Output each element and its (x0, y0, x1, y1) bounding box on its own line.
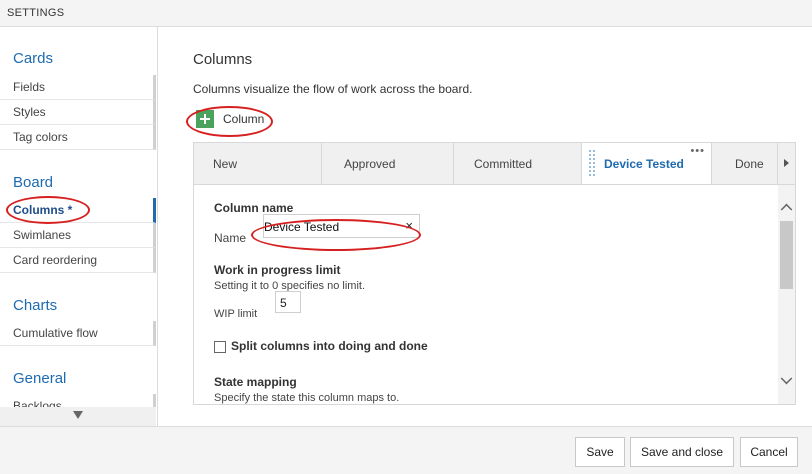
column-tabs: New Approved Committed Device Tested •••… (193, 142, 796, 186)
plus-icon (196, 110, 214, 128)
chevron-down-icon[interactable] (780, 372, 793, 385)
cancel-button[interactable]: Cancel (740, 437, 798, 467)
more-options-icon[interactable]: ••• (690, 145, 705, 157)
close-icon[interactable]: × (405, 218, 413, 233)
sidebar-item-cumulative-flow[interactable]: Cumulative flow (0, 321, 156, 346)
panel-scrollbar[interactable] (778, 185, 795, 404)
chevron-up-icon[interactable] (780, 203, 793, 216)
dialog-footer: Save Save and close Cancel (0, 426, 812, 474)
window-title: SETTINGS (7, 7, 65, 19)
column-name-heading: Column name (214, 201, 294, 215)
tab-new[interactable]: New (194, 143, 322, 185)
split-columns-checkbox[interactable] (214, 341, 226, 353)
title-bar: SETTINGS (0, 0, 812, 27)
page-description: Columns visualize the flow of work acros… (193, 82, 473, 96)
sidebar-item-label: Tag colors (13, 130, 68, 144)
sidebar-section-cards: Cards (13, 50, 54, 67)
sidebar-section-board: Board (13, 174, 54, 191)
sidebar-section-general: General (13, 370, 67, 387)
scrollbar-thumb[interactable] (780, 221, 793, 289)
settings-sidebar: Cards Fields Styles Tag colors Board Col… (0, 27, 158, 426)
tab-label: New (213, 157, 238, 171)
save-and-close-button[interactable]: Save and close (630, 437, 734, 467)
tab-done[interactable]: Done (712, 143, 778, 185)
sidebar-item-swimlanes[interactable]: Swimlanes (0, 223, 156, 248)
state-mapping-hint: Specify the state this column maps to. (214, 392, 400, 404)
sidebar-item-label: Columns * (13, 203, 73, 217)
state-mapping-heading: State mapping (214, 375, 297, 389)
tab-label: Approved (344, 157, 396, 171)
sidebar-item-label: Styles (13, 105, 46, 119)
sidebar-item-fields[interactable]: Fields (0, 75, 156, 100)
tab-label: Device Tested (604, 157, 684, 171)
column-name-value: Device Tested (264, 220, 340, 234)
drag-handle-icon[interactable] (588, 149, 596, 177)
tab-label: Committed (474, 157, 533, 171)
sidebar-item-tag-colors[interactable]: Tag colors (0, 125, 156, 150)
split-columns-label[interactable]: Split columns into doing and done (231, 339, 428, 353)
tab-committed[interactable]: Committed (454, 143, 582, 185)
column-name-field[interactable]: Device Tested × (263, 214, 420, 238)
sidebar-item-label: Cumulative flow (13, 326, 98, 340)
wip-limit-value: 5 (280, 296, 287, 310)
add-column-label: Column (223, 112, 265, 126)
sidebar-item-columns[interactable]: Columns * (0, 198, 156, 223)
tab-approved[interactable]: Approved (322, 143, 454, 185)
chevron-right-icon[interactable] (784, 159, 789, 167)
sidebar-item-card-reordering[interactable]: Card reordering (0, 248, 156, 273)
wip-label: WIP limit (214, 308, 258, 320)
save-button[interactable]: Save (575, 437, 625, 467)
tab-device-tested[interactable]: Device Tested ••• (582, 143, 712, 186)
column-settings-panel: Column name Name Device Tested × Work in… (193, 184, 796, 405)
wip-heading: Work in progress limit (214, 263, 341, 277)
sidebar-item-styles[interactable]: Styles (0, 100, 156, 125)
tab-label: Done (735, 157, 764, 171)
sidebar-item-label: Swimlanes (13, 228, 72, 242)
page-title: Columns (193, 51, 253, 68)
name-label: Name (214, 231, 247, 245)
main-panel: Columns Columns visualize the flow of wo… (159, 27, 812, 426)
sidebar-item-label: Card reordering (13, 253, 98, 267)
sidebar-scroll-down[interactable] (0, 407, 156, 426)
sidebar-item-label: Fields (13, 80, 46, 94)
sidebar-section-charts: Charts (13, 297, 58, 314)
triangle-down-icon (73, 411, 83, 419)
wip-limit-field[interactable]: 5 (275, 291, 301, 313)
